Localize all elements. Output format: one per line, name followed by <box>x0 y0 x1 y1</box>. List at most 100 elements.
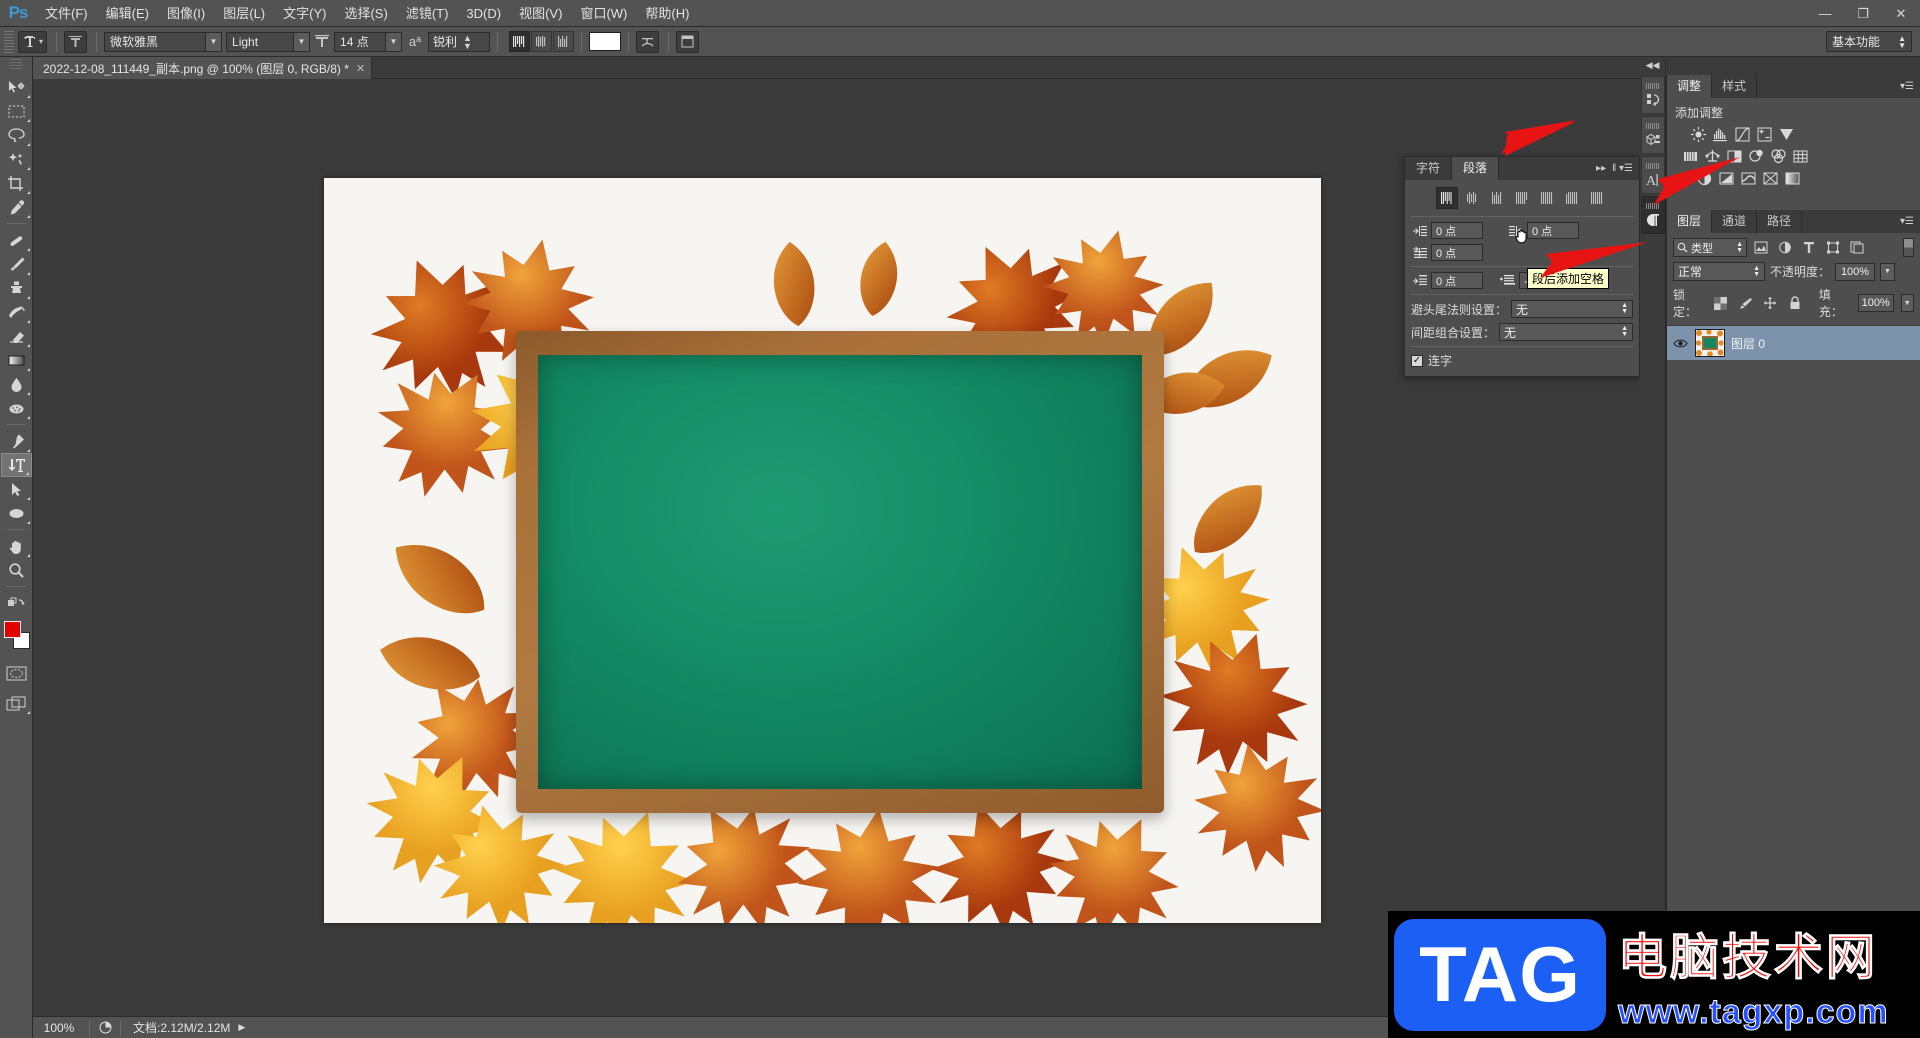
paragraph-align-left-button[interactable] <box>1436 187 1458 209</box>
menu-item-4[interactable]: 文字(Y) <box>274 0 335 27</box>
channel-mixer-icon[interactable] <box>1769 147 1788 166</box>
blur-tool[interactable] <box>1 372 32 396</box>
layer-filter-type-select[interactable]: 类型 ▲ ▼ <box>1673 238 1747 257</box>
type-tool[interactable] <box>0 453 32 477</box>
selective-color-icon[interactable] <box>1783 169 1802 188</box>
color-lookup-icon[interactable] <box>1791 147 1810 166</box>
menu-item-3[interactable]: 图层(L) <box>214 0 274 27</box>
align-left-button[interactable] <box>509 31 531 52</box>
tab-paths[interactable]: 路径 <box>1757 210 1803 233</box>
tab-channels[interactable]: 通道 <box>1712 210 1758 233</box>
foreground-color-swatch[interactable] <box>3 621 21 638</box>
lasso-tool[interactable] <box>1 123 32 147</box>
quick-selection-tool[interactable] <box>1 147 32 171</box>
text-orientation-button[interactable] <box>64 30 88 53</box>
menu-item-5[interactable]: 选择(S) <box>335 0 396 27</box>
photo-filter-icon[interactable] <box>1747 147 1766 166</box>
menu-item-2[interactable]: 图像(I) <box>158 0 214 27</box>
menu-item-9[interactable]: 窗口(W) <box>571 0 636 27</box>
zoom-tool[interactable] <box>1 558 32 582</box>
history-brush-tool[interactable] <box>1 300 32 324</box>
collapse-dock-icon[interactable]: ◀◀ <box>1640 57 1665 74</box>
justify-all-button[interactable] <box>1586 187 1608 209</box>
pixel-filter-icon[interactable] <box>1751 238 1771 257</box>
options-bar-grip[interactable] <box>4 30 14 53</box>
quick-mask-button[interactable] <box>1 661 32 685</box>
justify-last-right-button[interactable] <box>1561 187 1583 209</box>
workspace-selector[interactable]: 基本功能 ▲ ▼ <box>1826 31 1912 52</box>
zoom-level[interactable]: 100% <box>33 1021 85 1035</box>
hyphenate-checkbox[interactable]: ✓ <box>1411 354 1423 367</box>
menu-item-1[interactable]: 编辑(E) <box>97 0 158 27</box>
clone-stamp-tool[interactable] <box>1 276 32 300</box>
hyphenation-rule-select[interactable]: 无 ▲ ▼ <box>1511 300 1633 318</box>
rectangular-marquee-tool[interactable] <box>1 99 32 123</box>
threshold-icon[interactable] <box>1739 169 1758 188</box>
tab-adjustments[interactable]: 调整 <box>1667 75 1713 98</box>
collapse-icon[interactable]: ▸▸ <box>1596 163 1606 174</box>
toggle-panels-button[interactable] <box>676 30 700 53</box>
smart-object-filter-icon[interactable] <box>1847 238 1867 257</box>
restore-button[interactable]: ❐ <box>1844 0 1882 27</box>
current-tool-preset[interactable]: ▾ <box>18 30 48 53</box>
tab-styles[interactable]: 样式 <box>1712 75 1758 98</box>
chevron-down-icon[interactable]: ▼ <box>293 32 310 51</box>
pen-tool[interactable] <box>1 429 32 453</box>
warp-text-button[interactable] <box>636 30 660 53</box>
space-before-field[interactable]: 0 点 <box>1431 272 1483 289</box>
justify-last-left-button[interactable] <box>1511 187 1533 209</box>
hand-tool[interactable] <box>1 534 32 558</box>
close-icon[interactable]: ✕ <box>356 62 365 75</box>
panel-menu-icon[interactable]: ‖ ▾☰ <box>1612 163 1633 174</box>
brush-tool[interactable] <box>1 252 32 276</box>
gradient-tool[interactable] <box>1 348 32 372</box>
3d-panel-button[interactable] <box>1640 116 1665 154</box>
lock-position-icon[interactable] <box>1761 294 1779 313</box>
paragraph-align-right-button[interactable] <box>1486 187 1508 209</box>
panel-menu-icon[interactable]: ▾☰ <box>1900 210 1920 233</box>
blend-mode-select[interactable]: 正常 ▲ ▼ <box>1673 262 1765 281</box>
invert-icon[interactable] <box>1695 169 1714 188</box>
hyphenate-row[interactable]: ✓ 连字 <box>1411 352 1633 369</box>
fill-dropdown-icon[interactable]: ▼ <box>1900 294 1915 312</box>
justify-last-center-button[interactable] <box>1536 187 1558 209</box>
indent-left-field[interactable]: 0 点 <box>1431 222 1483 239</box>
menu-item-8[interactable]: 视图(V) <box>510 0 571 27</box>
vibrance-icon[interactable] <box>1777 125 1796 144</box>
document-tab[interactable]: 2022-12-08_111449_副本.png @ 100% (图层 0, R… <box>33 57 373 79</box>
fill-value[interactable]: 100% <box>1857 294 1894 312</box>
eyedropper-tool[interactable] <box>1 195 32 219</box>
dodge-tool[interactable] <box>1 396 32 420</box>
anti-alias-select[interactable]: 锐利 ▲ ▼ <box>428 31 491 52</box>
artboard[interactable] <box>324 178 1321 923</box>
paragraph-panel-button[interactable] <box>1640 196 1665 234</box>
gradient-map-icon[interactable] <box>1761 169 1780 188</box>
type-filter-icon[interactable] <box>1799 238 1819 257</box>
eye-icon[interactable] <box>1671 338 1689 349</box>
align-center-button[interactable] <box>531 31 553 52</box>
lock-image-icon[interactable] <box>1737 294 1755 313</box>
path-selection-tool[interactable] <box>1 477 32 501</box>
preview-icon[interactable] <box>94 1021 116 1034</box>
opacity-value[interactable]: 100% <box>1835 262 1876 281</box>
text-color-swatch[interactable] <box>589 32 622 51</box>
menu-item-7[interactable]: 3D(D) <box>457 0 510 27</box>
filter-toggle[interactable] <box>1903 238 1914 257</box>
layer-row[interactable]: 图层 0 <box>1667 326 1920 360</box>
menu-item-0[interactable]: 文件(F) <box>36 0 97 27</box>
posterize-icon[interactable] <box>1717 169 1736 188</box>
brightness-contrast-icon[interactable] <box>1689 125 1708 144</box>
spot-healing-brush-tool[interactable] <box>1 228 32 252</box>
levels-icon[interactable] <box>1711 125 1730 144</box>
align-right-button[interactable] <box>553 31 575 52</box>
hue-saturation-icon[interactable] <box>1681 147 1700 166</box>
tab-paragraph[interactable]: 段落 <box>1452 157 1500 180</box>
color-balance-icon[interactable] <box>1703 147 1722 166</box>
tab-layers[interactable]: 图层 <box>1667 210 1713 233</box>
layer-thumbnail[interactable] <box>1695 329 1725 357</box>
close-button[interactable]: ✕ <box>1882 0 1920 27</box>
font-size-select[interactable]: 14 点 ▼ <box>334 31 403 52</box>
eraser-tool[interactable] <box>1 324 32 348</box>
indent-right-field[interactable]: 0 点 <box>1527 222 1579 239</box>
minimize-button[interactable]: — <box>1806 0 1844 27</box>
